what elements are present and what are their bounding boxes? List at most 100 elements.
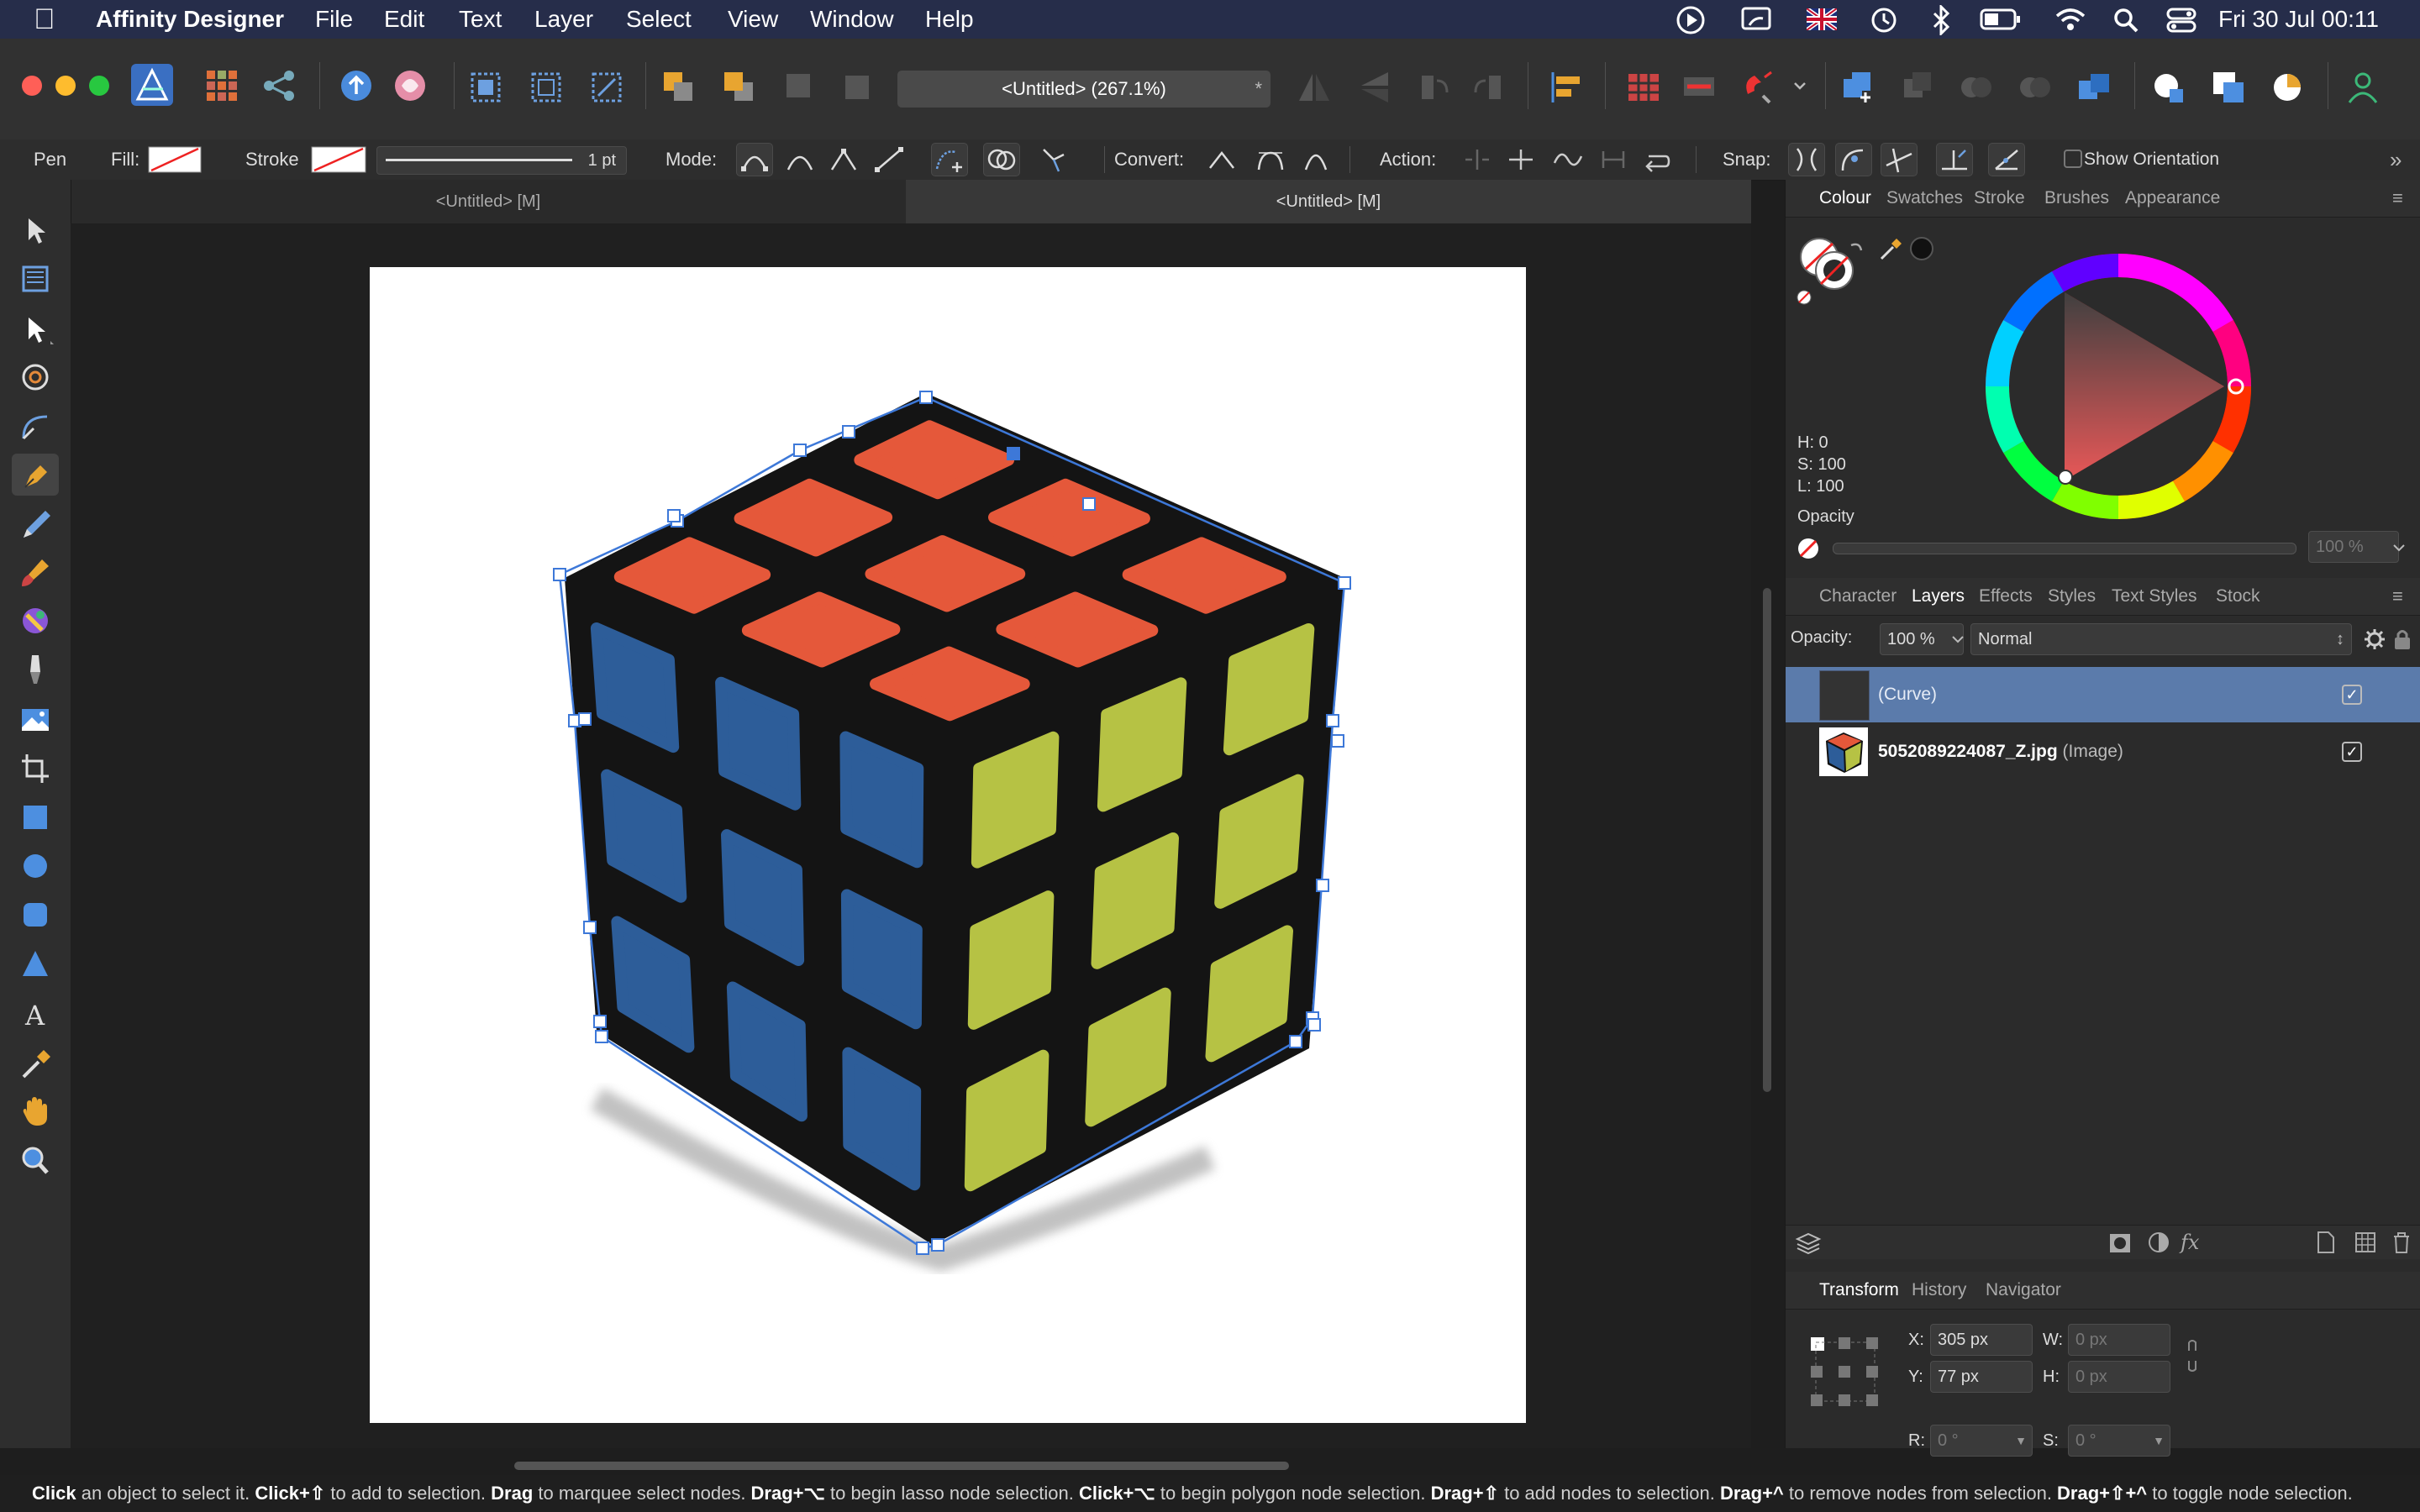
curve-node[interactable] <box>1307 1018 1321 1032</box>
lock-aspect-ratio-icon[interactable] <box>2184 1339 2201 1373</box>
width-field[interactable]: 0 px <box>2068 1324 2170 1356</box>
artboard-tool[interactable] <box>12 257 59 299</box>
create-new-curve-button[interactable] <box>931 143 968 176</box>
curve-node[interactable] <box>1331 734 1344 748</box>
add-to-curve-button[interactable] <box>983 143 1020 176</box>
arrange-back-icon[interactable] <box>660 69 697 106</box>
curve-node[interactable] <box>593 1015 607 1028</box>
colour-picker-tool[interactable] <box>12 1042 59 1084</box>
app-name-menu[interactable]: Affinity Designer <box>96 0 284 39</box>
arrange-front-icon[interactable] <box>721 69 758 106</box>
anchor-point-selector[interactable] <box>1807 1334 1883 1410</box>
export-persona-icon[interactable] <box>262 69 296 102</box>
insert-inside-icon[interactable] <box>2149 69 2186 106</box>
opacity-field[interactable]: 100 % <box>2308 531 2399 563</box>
menu-view[interactable]: View <box>728 0 778 39</box>
zoom-tool[interactable] <box>12 1139 59 1181</box>
snap-to-curve-button[interactable] <box>1835 143 1872 176</box>
curve-node[interactable] <box>595 1030 608 1043</box>
fill-tool[interactable] <box>12 600 59 642</box>
deselect-icon[interactable] <box>528 69 565 106</box>
artistic-text-tool[interactable]: A <box>12 993 59 1035</box>
boolean-divide-icon[interactable] <box>2075 69 2112 106</box>
layer-visibility-checkbox-image[interactable]: ✓ <box>2342 742 2362 762</box>
flip-vertical-icon[interactable] <box>1356 69 1393 106</box>
time-machine-icon[interactable] <box>1869 5 1899 35</box>
smart-mode-button[interactable] <box>781 143 818 176</box>
tab-stock[interactable]: Stock <box>2216 578 2260 615</box>
adjustment-layer-icon[interactable] <box>2147 1231 2170 1254</box>
delete-layer-icon[interactable] <box>2391 1231 2412 1254</box>
y-position-field[interactable]: 77 px <box>1930 1361 2033 1393</box>
select-all-icon[interactable] <box>467 69 504 106</box>
tab-styles[interactable]: Styles <box>2048 578 2096 615</box>
stroke-swatch-none[interactable] <box>311 146 366 173</box>
tab-stroke[interactable]: Stroke <box>1974 180 2025 217</box>
insert-behind-icon[interactable] <box>2210 69 2247 106</box>
shear-field[interactable]: 0 ° ▼ <box>2068 1425 2170 1457</box>
line-mode-button[interactable] <box>871 143 908 176</box>
tab-colour[interactable]: Colour <box>1819 180 1871 217</box>
curve-node[interactable] <box>931 1238 944 1252</box>
close-curve-icon[interactable] <box>1597 144 1630 175</box>
tab-transform[interactable]: Transform <box>1819 1272 1899 1309</box>
apple-icon[interactable]:  <box>34 0 55 39</box>
layer-visibility-checkbox-curve[interactable]: ✓ <box>2342 685 2362 705</box>
show-orientation-checkbox[interactable] <box>2064 150 2082 168</box>
snap-options-chevron-icon[interactable] <box>1791 77 1808 94</box>
grid-icon[interactable] <box>1625 69 1662 106</box>
layer-row-curve[interactable]: (Curve) ✓ <box>1786 667 2420 722</box>
tab-brushes[interactable]: Brushes <box>2044 180 2109 217</box>
pencil-tool[interactable] <box>12 504 59 546</box>
arrange-forward-icon[interactable] <box>781 69 818 106</box>
convert-sharp-icon[interactable] <box>1205 144 1239 175</box>
layers-stack-icon[interactable] <box>1794 1231 1823 1254</box>
tab-history[interactable]: History <box>1912 1272 1966 1309</box>
pen-mode-button[interactable] <box>736 143 773 176</box>
curve-node[interactable] <box>578 712 592 726</box>
add-pixel-layer-icon[interactable] <box>2315 1231 2337 1254</box>
fill-swatch-none[interactable] <box>148 146 202 173</box>
menu-layer[interactable]: Layer <box>534 0 593 39</box>
artboard[interactable] <box>370 267 1526 1423</box>
layer-settings-gear-icon[interactable] <box>2362 627 2387 652</box>
pen-tool[interactable] <box>12 454 59 496</box>
tab-navigator[interactable]: Navigator <box>1986 1272 2061 1309</box>
colour-well[interactable] <box>1910 237 1933 260</box>
curve-node[interactable] <box>667 509 681 522</box>
menu-file[interactable]: File <box>315 0 353 39</box>
layers-panel-menu-icon[interactable]: ≡ <box>2392 578 2403 615</box>
snap-to-geometry-button[interactable] <box>1788 143 1825 176</box>
height-field[interactable]: 0 px <box>2068 1361 2170 1393</box>
break-curve-icon[interactable] <box>1460 144 1494 175</box>
control-center-icon[interactable] <box>2166 7 2196 34</box>
panel-menu-icon[interactable]: ≡ <box>2392 180 2403 217</box>
polygon-mode-button[interactable] <box>825 143 862 176</box>
zoom-window-button[interactable] <box>89 76 109 96</box>
snapping-icon[interactable] <box>1681 69 1718 106</box>
colour-wheel[interactable] <box>1984 252 2253 521</box>
move-tool[interactable] <box>12 208 59 250</box>
menu-window[interactable]: Window <box>810 0 894 39</box>
curve-node[interactable] <box>1082 497 1096 511</box>
transparency-tool[interactable] <box>12 648 59 690</box>
curve-node[interactable] <box>1338 576 1351 590</box>
curve-node[interactable] <box>1316 879 1329 892</box>
rectangle-tool[interactable] <box>12 796 59 838</box>
menu-clock[interactable]: Fri 30 Jul 00:11 <box>2218 0 2379 39</box>
rotate-right-icon[interactable] <box>1470 69 1507 106</box>
stroke-width-slider[interactable]: 1 pt <box>376 146 627 175</box>
tab-effects[interactable]: Effects <box>1979 578 2033 615</box>
spotlight-search-icon[interactable] <box>2112 7 2139 34</box>
join-curves-icon[interactable] <box>1504 144 1538 175</box>
corner-tool[interactable] <box>12 405 59 447</box>
curve-node[interactable] <box>793 444 807 457</box>
curve-node[interactable] <box>842 425 855 438</box>
rounded-rectangle-tool[interactable] <box>12 894 59 936</box>
menu-help[interactable]: Help <box>925 0 974 39</box>
boolean-add-icon[interactable] <box>1839 69 1876 106</box>
assistant-icon[interactable] <box>390 66 430 106</box>
user-account-icon[interactable] <box>2344 69 2381 106</box>
arrange-backward-icon[interactable] <box>839 69 876 106</box>
place-image-tool[interactable] <box>12 699 59 741</box>
